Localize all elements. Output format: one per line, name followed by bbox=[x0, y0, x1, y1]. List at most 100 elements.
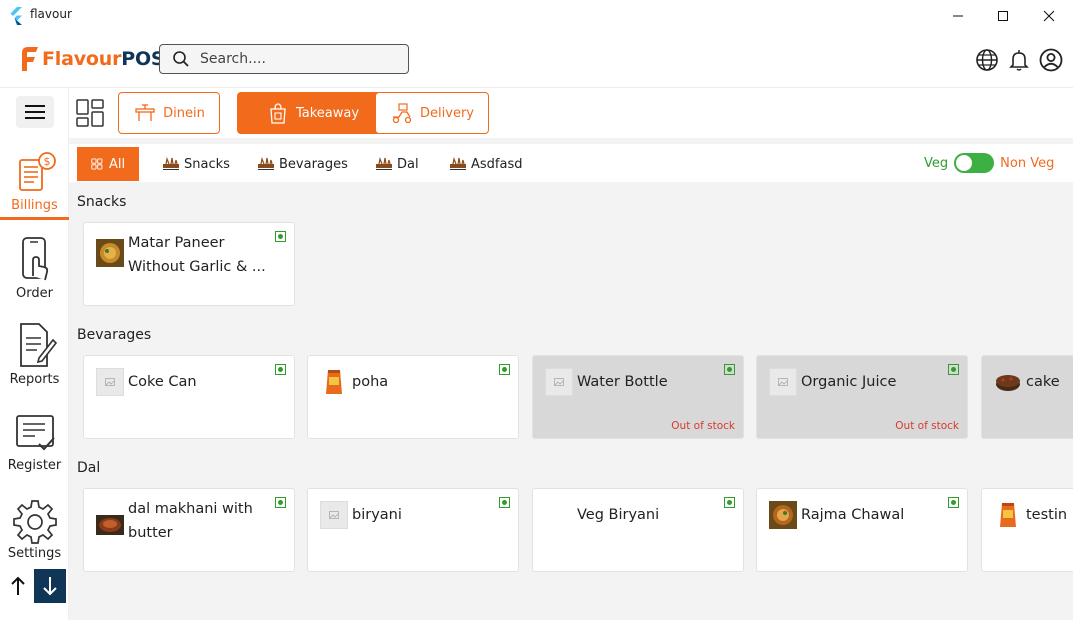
window-title: flavour bbox=[30, 7, 72, 21]
sidebar-item-register[interactable]: Register bbox=[0, 412, 69, 473]
category-tab-label: Snacks bbox=[184, 156, 230, 172]
logo-f-icon bbox=[22, 47, 38, 71]
category-tab-label: All bbox=[109, 156, 126, 172]
product-card[interactable]: Veg Biryani bbox=[532, 488, 744, 572]
menu-content: All Snacks Bevarages Dal Asdfasd Veg Non… bbox=[69, 138, 1073, 620]
sidebar-item-reports[interactable]: Reports bbox=[0, 322, 69, 387]
delivery-label: Delivery bbox=[420, 105, 474, 121]
sidebar-item-order[interactable]: Order bbox=[0, 236, 69, 301]
veg-indicator-icon bbox=[724, 364, 735, 375]
chips-packet-icon bbox=[326, 370, 342, 394]
product-name: testin bbox=[1026, 507, 1068, 523]
delivery-button[interactable]: Delivery bbox=[375, 92, 489, 134]
food-tray-icon bbox=[376, 157, 392, 170]
veg-indicator-icon bbox=[948, 364, 959, 375]
grid-icon bbox=[91, 158, 103, 170]
sidebar-item-label: Reports bbox=[9, 372, 60, 387]
product-card[interactable]: testin bbox=[981, 488, 1073, 572]
product-name: Water Bottle bbox=[577, 374, 668, 390]
user-account-icon[interactable] bbox=[1039, 48, 1063, 72]
veg-indicator-icon bbox=[275, 364, 286, 375]
food-photo-icon bbox=[96, 515, 124, 535]
product-card[interactable]: Coke Can bbox=[83, 355, 295, 439]
cake-photo-icon bbox=[994, 368, 1022, 396]
veg-switch[interactable] bbox=[954, 153, 995, 173]
product-card[interactable]: dal makhani with butter bbox=[83, 488, 295, 572]
scroll-down-button[interactable] bbox=[34, 569, 66, 603]
product-name: poha bbox=[352, 374, 389, 390]
search-icon bbox=[173, 51, 189, 67]
product-card-out-of-stock[interactable]: Water Bottle Out of stock bbox=[532, 355, 744, 439]
image-placeholder-icon bbox=[769, 368, 797, 396]
sidebar-item-billings[interactable]: $ Billings bbox=[0, 150, 69, 220]
product-name: Matar Paneer Without Garlic & ... bbox=[128, 235, 266, 275]
category-tab-all[interactable]: All bbox=[77, 147, 140, 181]
food-tray-icon bbox=[163, 157, 179, 170]
product-card[interactable]: Matar Paneer Without Garlic & ... bbox=[83, 222, 295, 306]
scroll-up-button[interactable] bbox=[2, 569, 34, 603]
product-card-out-of-stock[interactable]: cake bbox=[981, 355, 1073, 439]
section-title-snacks: Snacks bbox=[77, 194, 127, 210]
window-titlebar: flavour bbox=[0, 0, 1073, 32]
close-button[interactable] bbox=[1026, 0, 1072, 32]
sidebar-item-label: Settings bbox=[7, 546, 62, 561]
image-placeholder-icon bbox=[96, 368, 124, 396]
arrow-up-icon bbox=[11, 576, 25, 595]
delivery-scooter-icon bbox=[392, 103, 412, 124]
hamburger-icon bbox=[25, 105, 45, 119]
globe-icon[interactable] bbox=[975, 48, 999, 72]
category-tab-label: Asdfasd bbox=[471, 156, 523, 172]
food-photo-icon bbox=[769, 501, 797, 529]
close-icon bbox=[1043, 10, 1055, 22]
product-card[interactable]: Rajma Chawal bbox=[756, 488, 968, 572]
dinein-button[interactable]: Dinein bbox=[118, 92, 220, 134]
veg-indicator-icon bbox=[724, 497, 735, 508]
out-of-stock-label: Out of stock bbox=[895, 420, 959, 432]
switch-knob bbox=[956, 155, 973, 171]
category-tab-snacks[interactable]: Snacks bbox=[162, 147, 230, 181]
image-placeholder-icon bbox=[320, 501, 348, 529]
takeaway-label: Takeaway bbox=[295, 105, 360, 121]
product-card-out-of-stock[interactable]: Organic Juice Out of stock bbox=[756, 355, 968, 439]
chips-packet-icon bbox=[1000, 503, 1016, 527]
takeaway-bag-icon bbox=[270, 103, 286, 124]
category-tabs: All Snacks Bevarages Dal Asdfasd Veg Non… bbox=[69, 144, 1073, 182]
app-header: FlavourPOS bbox=[0, 32, 1073, 88]
sidebar-scroll-controls bbox=[2, 569, 68, 603]
phone-order-icon bbox=[21, 237, 48, 281]
nonveg-label: Non Veg bbox=[1000, 155, 1055, 171]
maximize-button[interactable] bbox=[980, 0, 1026, 32]
takeaway-button[interactable]: Takeaway bbox=[237, 92, 388, 134]
maximize-icon bbox=[998, 11, 1008, 21]
veg-label: Veg bbox=[924, 155, 949, 171]
sidebar: $ Billings Order Reports Register Settin… bbox=[0, 88, 69, 620]
product-card[interactable]: biryani bbox=[307, 488, 519, 572]
flavourpos-logo: FlavourPOS bbox=[18, 45, 165, 73]
category-tab-dal[interactable]: Dal bbox=[375, 147, 419, 181]
svg-text:$: $ bbox=[43, 155, 50, 168]
billing-icon: $ bbox=[18, 152, 56, 191]
arrow-down-icon bbox=[43, 577, 57, 596]
minimize-button[interactable] bbox=[935, 0, 981, 32]
veg-indicator-icon bbox=[499, 364, 510, 375]
product-name: cake bbox=[1026, 374, 1060, 390]
dinein-label: Dinein bbox=[163, 105, 205, 121]
bell-icon[interactable] bbox=[1007, 48, 1031, 72]
search-input[interactable] bbox=[200, 51, 400, 67]
hamburger-menu-button[interactable] bbox=[16, 96, 54, 128]
category-tab-bevarages[interactable]: Bevarages bbox=[257, 147, 348, 181]
food-tray-icon bbox=[258, 157, 274, 170]
sidebar-item-label: Register bbox=[7, 458, 62, 473]
product-name: Organic Juice bbox=[801, 374, 897, 390]
category-tab-label: Dal bbox=[397, 156, 419, 172]
product-card[interactable]: poha bbox=[307, 355, 519, 439]
sidebar-item-label: Billings bbox=[11, 198, 58, 213]
logo-text-first: Flavour bbox=[42, 48, 122, 70]
search-box[interactable] bbox=[159, 44, 409, 74]
section-title-bevarages: Bevarages bbox=[77, 327, 152, 343]
sidebar-item-settings[interactable]: Settings bbox=[0, 498, 69, 561]
layout-grid-icon[interactable] bbox=[75, 98, 105, 128]
category-tab-asdfasd[interactable]: Asdfasd bbox=[449, 147, 523, 181]
product-name: Veg Biryani bbox=[577, 507, 660, 523]
flutter-app-icon bbox=[10, 7, 22, 25]
